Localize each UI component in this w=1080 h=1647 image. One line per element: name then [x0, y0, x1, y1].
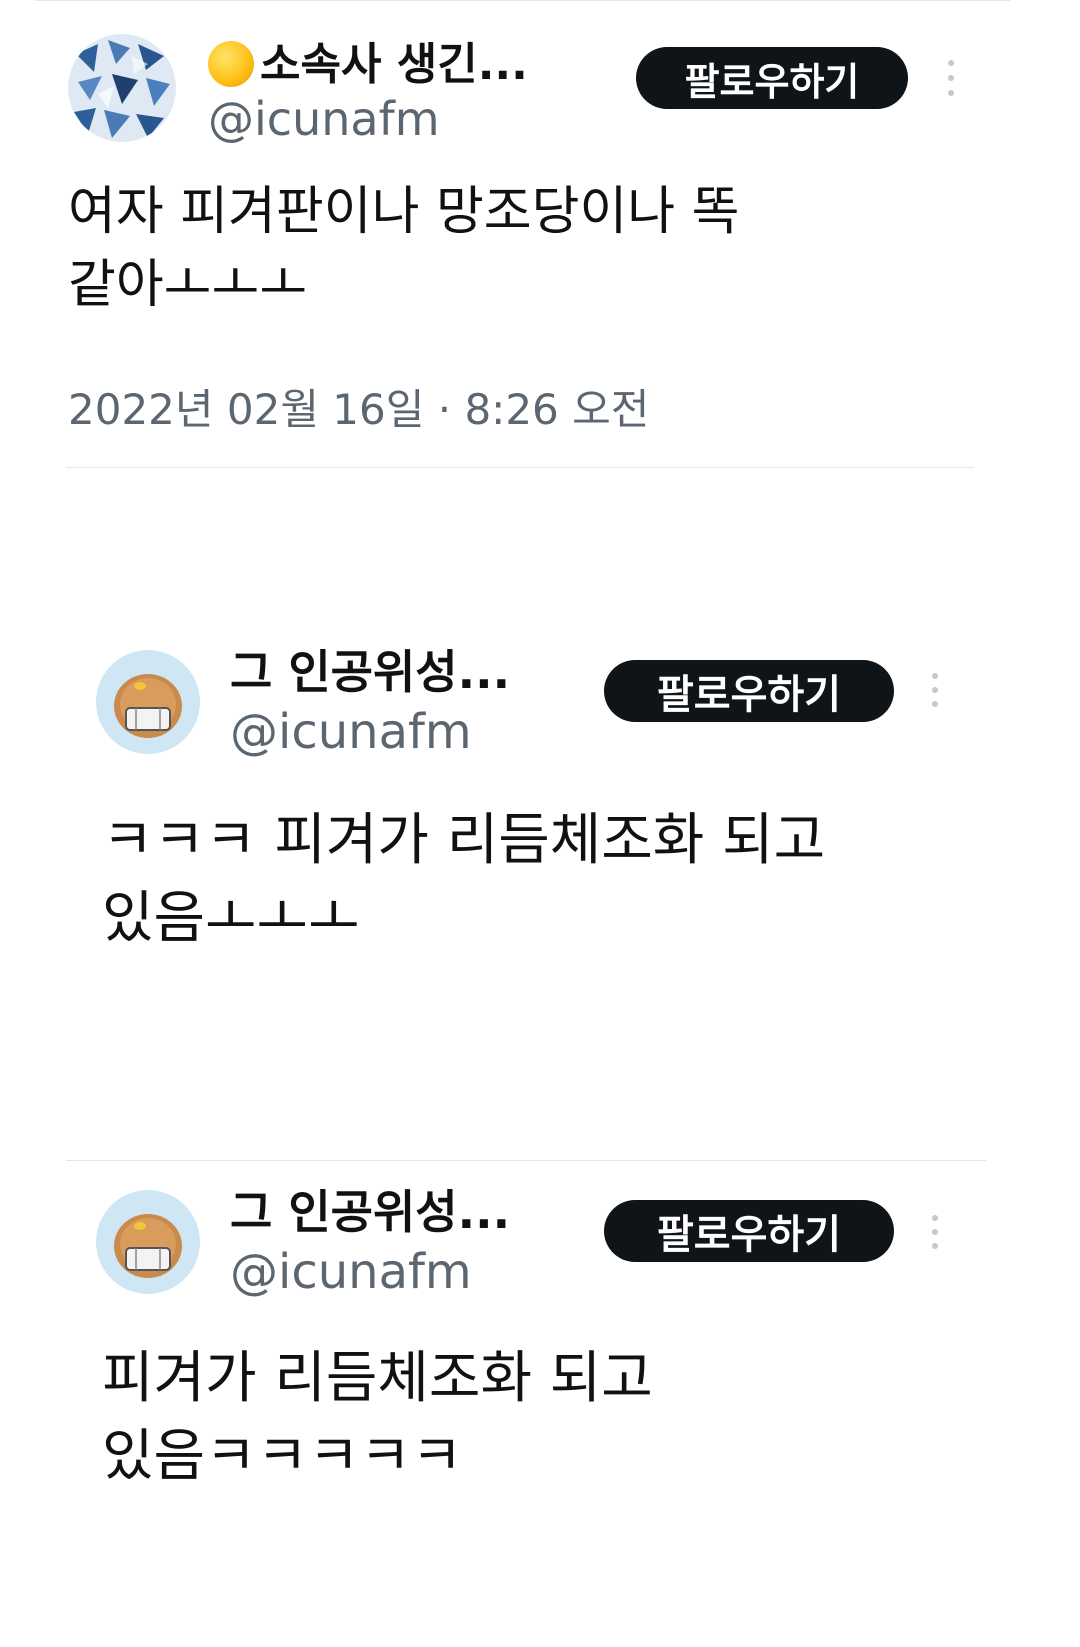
tweet-text-line: 피겨가 리듬체조화 되고 [102, 1346, 653, 1411]
tweet-3: 그 인공위성... @icunafm 팔로우하기 피겨가 리듬체조화 되고 있음… [0, 1140, 1080, 1540]
user-handle[interactable]: @icunafm [208, 92, 440, 146]
more-options-icon[interactable] [929, 673, 941, 707]
tweet-1: 소속사 생긴... @icunafm 팔로우하기 여자 피겨판이나 망조당이나 … [0, 0, 1080, 470]
bread-character-avatar-icon [96, 1190, 200, 1294]
divider [66, 467, 974, 468]
tweet-timestamp[interactable]: 2022년 02월 16일 · 8:26 오전 [68, 376, 649, 437]
blue-patterned-avatar-icon [68, 34, 176, 142]
display-name[interactable]: 소속사 생긴... [208, 28, 528, 92]
avatar[interactable] [68, 34, 176, 142]
more-options-icon[interactable] [945, 60, 957, 96]
tweet-text: 피겨가 리듬체조화 되고 있음ㅋㅋㅋㅋㅋ [102, 1340, 653, 1497]
user-handle[interactable]: @icunafm [230, 704, 472, 760]
display-name[interactable]: 그 인공위성... [230, 1176, 510, 1242]
tweet-text: 여자 피겨판이나 망조당이나 똑 같아ㅗㅗㅗ [68, 176, 740, 322]
display-name[interactable]: 그 인공위성... [230, 636, 510, 702]
tweet-text-line: 같아ㅗㅗㅗ [68, 254, 308, 315]
avatar[interactable] [96, 650, 200, 754]
tweet-text-line: 있음ㅗㅗㅗ [102, 886, 360, 952]
tweet-text-line: ㅋㅋㅋ 피겨가 리듬체조화 되고 [102, 808, 826, 873]
tweet-text: ㅋㅋㅋ 피겨가 리듬체조화 되고 있음ㅗㅗㅗ [102, 802, 825, 959]
display-name-text: 소속사 생긴... [260, 39, 528, 90]
follow-button[interactable]: 팔로우하기 [636, 47, 908, 109]
tweet-text-line: 여자 피겨판이나 망조당이나 똑 [68, 182, 740, 242]
yellow-moon-emoji-icon [208, 41, 254, 87]
more-options-icon[interactable] [929, 1215, 941, 1249]
bread-character-avatar-icon [96, 650, 200, 754]
tweet-text-line: 있음ㅋㅋㅋㅋㅋ [102, 1424, 463, 1490]
follow-button[interactable]: 팔로우하기 [604, 660, 894, 722]
follow-button[interactable]: 팔로우하기 [604, 1200, 894, 1262]
user-handle[interactable]: @icunafm [230, 1244, 472, 1300]
avatar[interactable] [96, 1190, 200, 1294]
tweet-2: 그 인공위성... @icunafm 팔로우하기 ㅋㅋㅋ 피겨가 리듬체조화 되… [0, 600, 1080, 1000]
